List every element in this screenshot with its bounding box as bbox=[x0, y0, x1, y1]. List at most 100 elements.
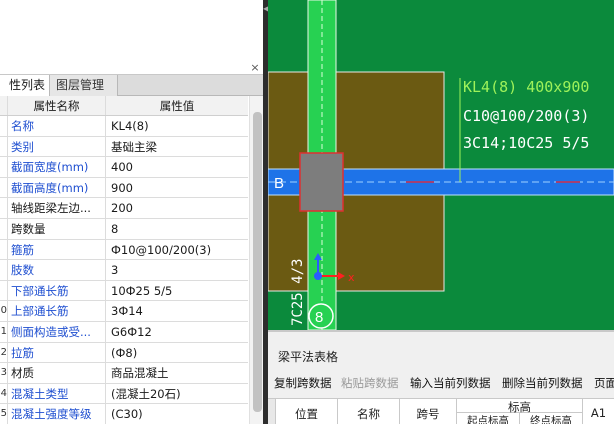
property-row[interactable]: 0 上部通长筋 3Ф14 bbox=[0, 301, 248, 322]
property-name: 截面高度(mm) bbox=[7, 177, 106, 198]
property-value[interactable]: 10Ф25 5/5 bbox=[106, 281, 248, 301]
beam-table-title: 梁平法表格 bbox=[278, 350, 339, 364]
col-start-elevation-label: 起点标高 bbox=[467, 415, 509, 424]
property-row[interactable]: 类别 基础主梁 bbox=[0, 136, 248, 158]
row-number bbox=[0, 260, 7, 280]
svg-text:x: x bbox=[348, 271, 355, 284]
row-number bbox=[0, 116, 7, 136]
row-number: 2 bbox=[0, 346, 7, 358]
row-number bbox=[0, 219, 7, 239]
row-number: 4 bbox=[0, 387, 7, 399]
property-name: 上部通长筋 bbox=[7, 301, 106, 321]
panel-tabs: 性列表 图层管理 bbox=[0, 74, 266, 96]
property-scrollbar[interactable] bbox=[249, 96, 264, 424]
copy-span-data-button[interactable]: 复制跨数据 bbox=[274, 374, 332, 392]
input-current-column-button[interactable]: 输入当前列数据 bbox=[410, 374, 491, 392]
property-value[interactable]: G6Ф12 bbox=[106, 322, 248, 342]
axis-number: 8 bbox=[315, 309, 323, 326]
property-name: 侧面构造或受... bbox=[7, 321, 106, 342]
property-name: 下部通长筋 bbox=[7, 280, 106, 301]
col-span[interactable]: 跨号 bbox=[400, 399, 457, 424]
axis-label-b: B bbox=[274, 175, 284, 192]
property-value[interactable]: 8 bbox=[106, 219, 248, 239]
col-a1-label: A1 bbox=[590, 406, 607, 420]
property-row[interactable]: 1 侧面构造或受... G6Ф12 bbox=[0, 321, 248, 343]
property-row[interactable]: 下部通长筋 10Ф25 5/5 bbox=[0, 280, 248, 302]
property-row[interactable]: 箍筋 Ф10@100/200(3) bbox=[0, 239, 248, 261]
property-grid: 属性名称 属性值 名称 KL4(8) 类别 基础主梁 截面宽度(mm) 400 截面高度(m… bbox=[0, 96, 248, 424]
delete-current-column-button[interactable]: 删除当前列数据 bbox=[502, 374, 583, 392]
row-number: 0 bbox=[0, 305, 7, 317]
vertical-beam-annotation[interactable]: 7C25 4/3 bbox=[290, 259, 306, 326]
row-number: 1 bbox=[0, 325, 7, 337]
property-name: 肢数 bbox=[7, 260, 106, 280]
property-name: 类别 bbox=[7, 136, 106, 157]
property-value[interactable]: (Ф8) bbox=[106, 343, 248, 363]
drawing-svg: KL4(8) 400x900 C10@100/200(3) 3C14;10C25… bbox=[268, 0, 614, 330]
tab-property-list[interactable]: 性列表 bbox=[0, 75, 50, 96]
property-value[interactable]: Ф10@100/200(3) bbox=[106, 240, 248, 260]
property-row[interactable]: 肢数 3 bbox=[0, 260, 248, 281]
property-row[interactable]: 轴线距梁左边... 200 bbox=[0, 198, 248, 219]
col-elevation[interactable]: 标高 bbox=[457, 399, 583, 414]
property-row[interactable]: 5 混凝土强度等级 (C30) bbox=[0, 404, 248, 424]
property-name: 名称 bbox=[7, 116, 106, 136]
property-value[interactable]: KL4(8) bbox=[106, 116, 248, 136]
property-name: 材质 bbox=[7, 363, 106, 383]
col-a1[interactable]: A1 bbox=[583, 399, 614, 424]
property-row[interactable]: 跨数量 8 bbox=[0, 218, 248, 240]
beam-annotation-line-2[interactable]: C10@100/200(3) bbox=[463, 107, 589, 125]
property-row[interactable]: 4 混凝土类型 (混凝土20石) bbox=[0, 383, 248, 405]
scrollbar-thumb[interactable] bbox=[253, 112, 262, 412]
property-value[interactable]: 基础主梁 bbox=[106, 137, 248, 157]
row-header-corner bbox=[268, 399, 276, 424]
column-header-name[interactable]: 属性名称 bbox=[7, 96, 106, 115]
row-number: 5 bbox=[0, 408, 7, 420]
property-row[interactable]: 截面高度(mm) 900 bbox=[0, 177, 248, 199]
property-value[interactable]: (C30) bbox=[106, 404, 248, 424]
row-number bbox=[0, 281, 7, 301]
property-name: 拉筋 bbox=[7, 342, 106, 363]
paste-span-data-button[interactable]: 粘贴跨数据 bbox=[341, 374, 399, 392]
property-name: 混凝土类型 bbox=[7, 383, 106, 404]
property-name: 截面宽度(mm) bbox=[7, 157, 106, 177]
panel-blank-area bbox=[0, 0, 266, 60]
col-position[interactable]: 位置 bbox=[276, 399, 338, 424]
property-value[interactable]: 商品混凝土 bbox=[106, 363, 248, 383]
column-header-value[interactable]: 属性值 bbox=[106, 96, 248, 115]
close-icon[interactable]: × bbox=[248, 62, 262, 74]
property-value[interactable]: 3 bbox=[106, 260, 248, 280]
property-row[interactable]: 名称 KL4(8) bbox=[0, 116, 248, 137]
property-name: 混凝土强度等级 bbox=[7, 404, 106, 424]
property-name: 箍筋 bbox=[7, 239, 106, 260]
row-number bbox=[0, 157, 7, 177]
beam-table-panel: 梁平法表格 复制跨数据 粘贴跨数据 输入当前列数据 删除当前列数据 页面 位置 … bbox=[268, 330, 614, 424]
row-number bbox=[0, 178, 7, 198]
beam-table-header: 位置 名称 跨号 标高 起点标高 终点标高 A1 bbox=[268, 398, 614, 424]
beam-annotation-line-1[interactable]: KL4(8) 400x900 bbox=[463, 78, 589, 96]
property-row[interactable]: 截面宽度(mm) 400 bbox=[0, 157, 248, 178]
col-end-elevation[interactable]: 终点标高 bbox=[520, 413, 583, 424]
beam-table-toolbar: 复制跨数据 粘贴跨数据 输入当前列数据 删除当前列数据 页面 bbox=[268, 374, 614, 392]
drawing-canvas[interactable]: KL4(8) 400x900 C10@100/200(3) 3C14;10C25… bbox=[268, 0, 614, 330]
property-row[interactable]: 2 拉筋 (Ф8) bbox=[0, 342, 248, 364]
row-number: 3 bbox=[0, 367, 7, 379]
tab-layer-management[interactable]: 图层管理 bbox=[50, 75, 118, 96]
col-name[interactable]: 名称 bbox=[338, 399, 400, 424]
property-value[interactable]: (混凝土20石) bbox=[106, 384, 248, 404]
col-span-label: 跨号 bbox=[416, 407, 440, 421]
property-value[interactable]: 900 bbox=[106, 178, 248, 198]
property-panel: × 性列表 图层管理 属性名称 属性值 名称 KL4(8) 类别 基础主梁 截面宽度(m… bbox=[0, 0, 266, 424]
page-button[interactable]: 页面 bbox=[594, 374, 614, 392]
row-number bbox=[0, 137, 7, 157]
property-value[interactable]: 400 bbox=[106, 157, 248, 177]
row-number bbox=[0, 96, 7, 115]
col-name-label: 名称 bbox=[357, 407, 380, 421]
property-value[interactable]: 200 bbox=[106, 198, 248, 218]
property-row[interactable]: 3 材质 商品混凝土 bbox=[0, 363, 248, 384]
beam-annotation-line-3[interactable]: 3C14;10C25 5/5 bbox=[463, 134, 589, 152]
property-value[interactable]: 3Ф14 bbox=[106, 301, 248, 321]
row-number bbox=[0, 240, 7, 260]
column[interactable] bbox=[299, 152, 344, 212]
col-start-elevation[interactable]: 起点标高 bbox=[457, 413, 520, 424]
